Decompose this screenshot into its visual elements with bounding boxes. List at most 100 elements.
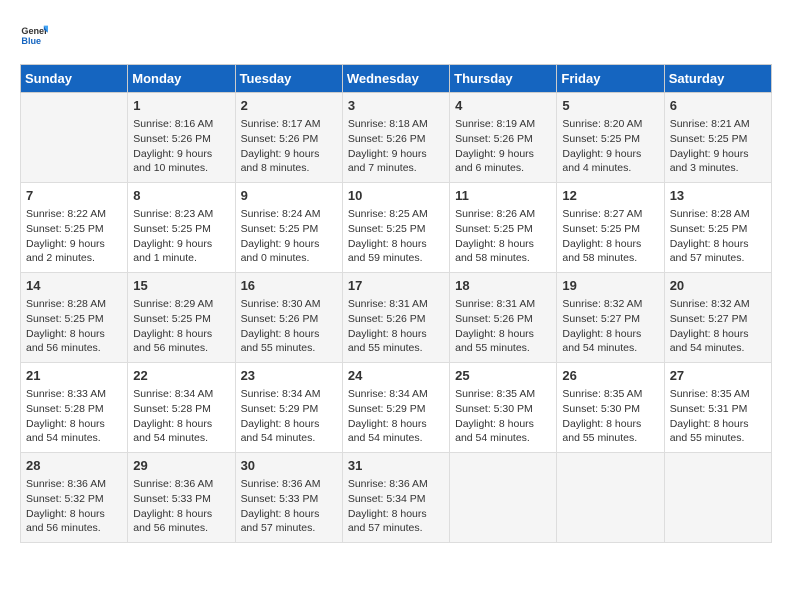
day-info: Sunrise: 8:36 AM Sunset: 5:33 PM Dayligh… [133,477,229,536]
calendar-table: SundayMondayTuesdayWednesdayThursdayFrid… [20,64,772,543]
day-number: 25 [455,367,551,385]
day-info: Sunrise: 8:34 AM Sunset: 5:28 PM Dayligh… [133,387,229,446]
logo-icon: General Blue [20,20,48,48]
day-info: Sunrise: 8:32 AM Sunset: 5:27 PM Dayligh… [562,297,658,356]
header-cell-sunday: Sunday [21,65,128,93]
day-info: Sunrise: 8:31 AM Sunset: 5:26 PM Dayligh… [455,297,551,356]
day-info: Sunrise: 8:34 AM Sunset: 5:29 PM Dayligh… [348,387,444,446]
day-cell: 8 Sunrise: 8:23 AM Sunset: 5:25 PM Daylig… [128,183,235,273]
day-number: 13 [670,187,766,205]
day-info: Sunrise: 8:28 AM Sunset: 5:25 PM Dayligh… [26,297,122,356]
day-cell [21,93,128,183]
day-info: Sunrise: 8:35 AM Sunset: 5:31 PM Dayligh… [670,387,766,446]
day-cell: 26 Sunrise: 8:35 AM Sunset: 5:30 PM Dayli… [557,363,664,453]
day-cell: 13 Sunrise: 8:28 AM Sunset: 5:25 PM Dayli… [664,183,771,273]
day-cell: 15Sunrise: 8:29 AM Sunset: 5:25 PM Dayli… [128,273,235,363]
day-cell: 7 Sunrise: 8:22 AM Sunset: 5:25 PM Daylig… [21,183,128,273]
day-info: Sunrise: 8:25 AM Sunset: 5:25 PM Dayligh… [348,207,444,266]
day-cell: 19 Sunrise: 8:32 AM Sunset: 5:27 PM Dayli… [557,273,664,363]
week-row-2: 14 Sunrise: 8:28 AM Sunset: 5:25 PM Dayli… [21,273,772,363]
day-info: Sunrise: 8:35 AM Sunset: 5:30 PM Dayligh… [455,387,551,446]
day-number: 8 [133,187,229,205]
header-cell-monday: Monday [128,65,235,93]
day-cell: 16 Sunrise: 8:30 AM Sunset: 5:26 PM Dayli… [235,273,342,363]
day-cell: 24 Sunrise: 8:34 AM Sunset: 5:29 PM Dayli… [342,363,449,453]
day-cell: 22 Sunrise: 8:34 AM Sunset: 5:28 PM Dayli… [128,363,235,453]
calendar-body: 1 Sunrise: 8:16 AM Sunset: 5:26 PM Daylig… [21,93,772,543]
day-info: Sunrise: 8:34 AM Sunset: 5:29 PM Dayligh… [241,387,337,446]
day-info: Sunrise: 8:28 AM Sunset: 5:25 PM Dayligh… [670,207,766,266]
day-number: 1 [133,97,229,115]
day-info: Sunrise: 8:33 AM Sunset: 5:28 PM Dayligh… [26,387,122,446]
week-row-3: 21 Sunrise: 8:33 AM Sunset: 5:28 PM Dayli… [21,363,772,453]
logo: General Blue [20,20,48,48]
day-info: Sunrise: 8:24 AM Sunset: 5:25 PM Dayligh… [241,207,337,266]
day-number: 16 [241,277,337,295]
day-info: Sunrise: 8:36 AM Sunset: 5:34 PM Dayligh… [348,477,444,536]
day-cell: 1 Sunrise: 8:16 AM Sunset: 5:26 PM Daylig… [128,93,235,183]
day-info: Sunrise: 8:16 AM Sunset: 5:26 PM Dayligh… [133,117,229,176]
day-number: 18 [455,277,551,295]
day-info: Sunrise: 8:17 AM Sunset: 5:26 PM Dayligh… [241,117,337,176]
day-cell: 30Sunrise: 8:36 AM Sunset: 5:33 PM Dayli… [235,453,342,543]
day-cell: 23Sunrise: 8:34 AM Sunset: 5:29 PM Dayli… [235,363,342,453]
day-info: Sunrise: 8:36 AM Sunset: 5:33 PM Dayligh… [241,477,337,536]
day-cell: 27 Sunrise: 8:35 AM Sunset: 5:31 PM Dayli… [664,363,771,453]
day-cell: 9 Sunrise: 8:24 AM Sunset: 5:25 PM Daylig… [235,183,342,273]
day-cell: 6Sunrise: 8:21 AM Sunset: 5:25 PM Daylig… [664,93,771,183]
day-number: 19 [562,277,658,295]
day-number: 24 [348,367,444,385]
day-cell: 21 Sunrise: 8:33 AM Sunset: 5:28 PM Dayli… [21,363,128,453]
day-number: 29 [133,457,229,475]
day-number: 7 [26,187,122,205]
day-number: 22 [133,367,229,385]
day-number: 12 [562,187,658,205]
day-number: 9 [241,187,337,205]
day-number: 11 [455,187,551,205]
header-cell-wednesday: Wednesday [342,65,449,93]
header-cell-tuesday: Tuesday [235,65,342,93]
day-cell [450,453,557,543]
day-number: 27 [670,367,766,385]
day-cell [557,453,664,543]
day-cell: 25 Sunrise: 8:35 AM Sunset: 5:30 PM Dayli… [450,363,557,453]
day-cell: 4Sunrise: 8:19 AM Sunset: 5:26 PM Daylig… [450,93,557,183]
day-number: 17 [348,277,444,295]
header-cell-friday: Friday [557,65,664,93]
header-row: SundayMondayTuesdayWednesdayThursdayFrid… [21,65,772,93]
day-cell: 28Sunrise: 8:36 AM Sunset: 5:32 PM Dayli… [21,453,128,543]
day-info: Sunrise: 8:20 AM Sunset: 5:25 PM Dayligh… [562,117,658,176]
day-info: Sunrise: 8:21 AM Sunset: 5:25 PM Dayligh… [670,117,766,176]
day-number: 15 [133,277,229,295]
day-cell: 10 Sunrise: 8:25 AM Sunset: 5:25 PM Dayli… [342,183,449,273]
day-number: 14 [26,277,122,295]
day-cell [664,453,771,543]
day-info: Sunrise: 8:31 AM Sunset: 5:26 PM Dayligh… [348,297,444,356]
day-info: Sunrise: 8:26 AM Sunset: 5:25 PM Dayligh… [455,207,551,266]
day-number: 31 [348,457,444,475]
day-info: Sunrise: 8:19 AM Sunset: 5:26 PM Dayligh… [455,117,551,176]
header-cell-thursday: Thursday [450,65,557,93]
day-info: Sunrise: 8:36 AM Sunset: 5:32 PM Dayligh… [26,477,122,536]
day-number: 2 [241,97,337,115]
week-row-0: 1 Sunrise: 8:16 AM Sunset: 5:26 PM Daylig… [21,93,772,183]
day-info: Sunrise: 8:18 AM Sunset: 5:26 PM Dayligh… [348,117,444,176]
day-info: Sunrise: 8:30 AM Sunset: 5:26 PM Dayligh… [241,297,337,356]
day-cell: 20Sunrise: 8:32 AM Sunset: 5:27 PM Dayli… [664,273,771,363]
day-cell: 31 Sunrise: 8:36 AM Sunset: 5:34 PM Dayli… [342,453,449,543]
day-cell: 18 Sunrise: 8:31 AM Sunset: 5:26 PM Dayli… [450,273,557,363]
day-cell: 11 Sunrise: 8:26 AM Sunset: 5:25 PM Dayli… [450,183,557,273]
day-number: 21 [26,367,122,385]
day-info: Sunrise: 8:23 AM Sunset: 5:25 PM Dayligh… [133,207,229,266]
day-cell: 3Sunrise: 8:18 AM Sunset: 5:26 PM Daylig… [342,93,449,183]
day-info: Sunrise: 8:35 AM Sunset: 5:30 PM Dayligh… [562,387,658,446]
day-number: 20 [670,277,766,295]
header: General Blue [20,20,772,48]
day-number: 10 [348,187,444,205]
day-cell: 17 Sunrise: 8:31 AM Sunset: 5:26 PM Dayli… [342,273,449,363]
day-cell: 5Sunrise: 8:20 AM Sunset: 5:25 PM Daylig… [557,93,664,183]
week-row-4: 28Sunrise: 8:36 AM Sunset: 5:32 PM Dayli… [21,453,772,543]
day-number: 26 [562,367,658,385]
day-info: Sunrise: 8:22 AM Sunset: 5:25 PM Dayligh… [26,207,122,266]
svg-text:Blue: Blue [21,36,41,46]
